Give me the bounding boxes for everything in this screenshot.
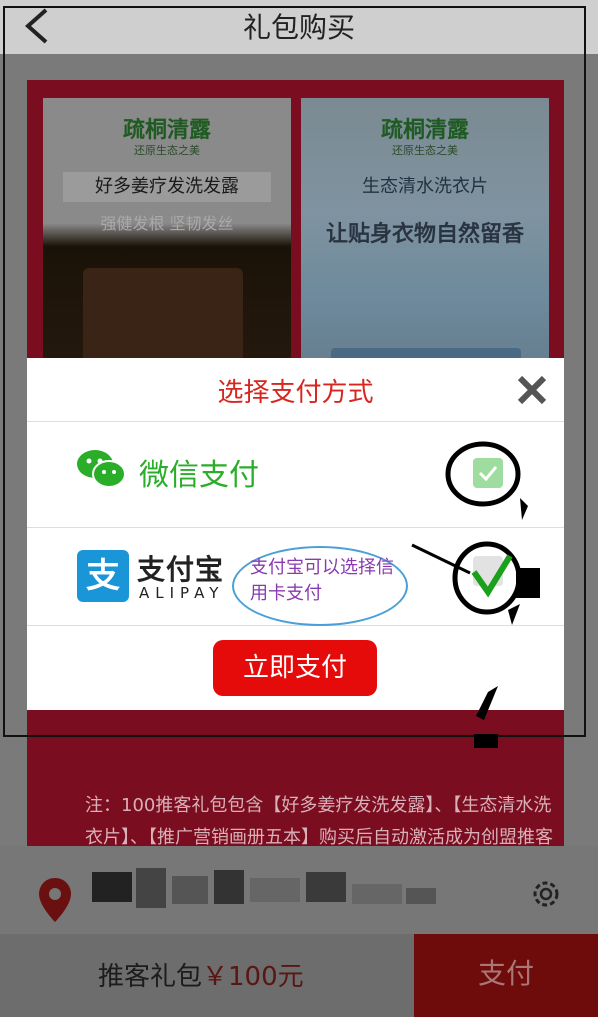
annotation-text: 支付宝可以选择信用卡支付: [250, 557, 394, 604]
payment-option-wechat[interactable]: 微信支付: [27, 422, 564, 528]
close-icon[interactable]: [514, 372, 550, 408]
bottom-bar: 推客礼包￥100元 支付: [0, 934, 598, 1017]
address-row[interactable]: [0, 846, 598, 934]
wechat-icon: [77, 450, 126, 488]
package-price: ￥100元: [202, 962, 304, 992]
payment-modal: 选择支付方式 微信支付 支 支付宝 ALIPAY 立即支付: [27, 358, 564, 710]
pay-button[interactable]: 支付: [414, 934, 598, 1017]
alipay-checkbox[interactable]: [473, 556, 503, 586]
modal-header: 选择支付方式: [27, 358, 564, 422]
location-pin-icon: [39, 878, 71, 922]
package-name: 推客礼包: [98, 962, 203, 992]
alipay-icon: 支: [77, 550, 129, 602]
wechat-checkbox[interactable]: [473, 458, 503, 488]
alipay-label: 支付宝: [137, 553, 225, 586]
confirm-pay-button[interactable]: 立即支付: [213, 640, 377, 696]
alipay-sublabel: ALIPAY: [139, 584, 225, 602]
package-note: 注：100推客礼包包含【好多姜疗发洗发露】、【生态清水洗衣片】、【推广营销画册五…: [85, 795, 553, 848]
package-label: 推客礼包￥100元: [98, 956, 304, 993]
modal-title: 选择支付方式: [217, 378, 374, 408]
gear-icon[interactable]: [528, 876, 564, 912]
blurred-address: [92, 868, 436, 908]
wechat-label: 微信支付: [139, 458, 259, 493]
